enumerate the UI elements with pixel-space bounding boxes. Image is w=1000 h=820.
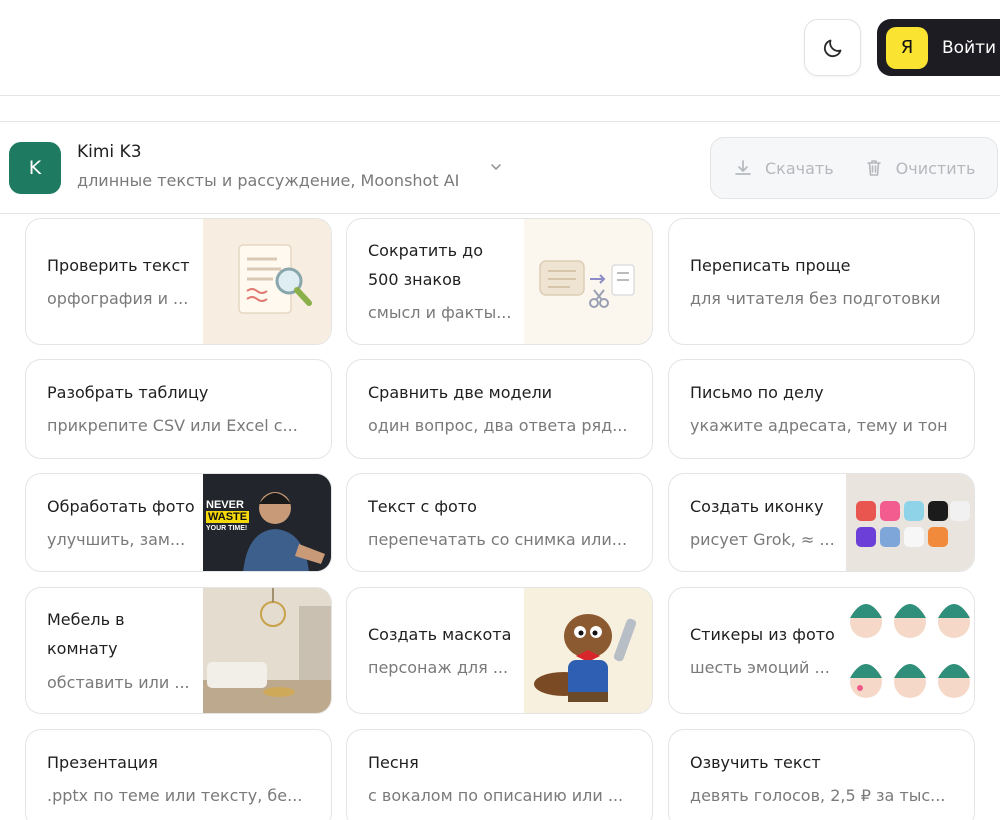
prompt-card-check-text[interactable]: Проверить текст орфография и ... xyxy=(25,218,332,345)
card-subtitle: обставить или ... xyxy=(47,673,190,692)
prompt-card-furniture[interactable]: Мебель в комнату обставить или ... xyxy=(25,587,332,714)
card-thumbnail xyxy=(846,588,974,713)
card-title: Разобрать таблицу xyxy=(47,383,209,402)
prompt-card-voiceover[interactable]: Озвучить текст девять голосов, 2,5 ₽ за … xyxy=(668,729,975,820)
room-interior-icon xyxy=(203,588,331,713)
card-title: Презентация xyxy=(47,753,158,772)
trash-icon xyxy=(866,160,881,176)
prompt-card-mascot[interactable]: Создать маскота персонаж для ... xyxy=(346,587,653,714)
card-title: Обработать фото xyxy=(47,497,195,516)
card-subtitle: персонаж для ... xyxy=(368,658,509,677)
card-title: Создать маскота xyxy=(368,625,512,644)
card-title: Текст с фото xyxy=(368,497,477,516)
scroll-scissors-icon xyxy=(539,260,635,308)
login-button[interactable]: Я Войти xyxy=(877,19,1000,76)
prompt-card-presentation[interactable]: Презентация .pptx по теме или тексту, бе… xyxy=(25,729,332,820)
download-button[interactable]: Скачать xyxy=(733,158,834,178)
card-subtitle: рисует Grok, ≈ ... xyxy=(690,530,835,549)
login-label: Войти xyxy=(942,37,997,58)
card-subtitle: прикрепите CSV или Excel с... xyxy=(47,416,298,435)
clear-button[interactable]: Очистить xyxy=(864,158,976,178)
top-bar: Я Войти xyxy=(0,0,1000,96)
model-bar: K Kimi K3 длинные тексты и рассуждение, … xyxy=(0,121,1000,214)
card-subtitle: перепечатать со снимка или... xyxy=(368,530,628,549)
card-title: Переписать проще xyxy=(690,256,851,275)
app-icons-grid-icon xyxy=(856,501,970,547)
card-title: Письмо по делу xyxy=(690,383,824,402)
prompt-card-rewrite-simpler[interactable]: Переписать проще для читателя без подгот… xyxy=(668,218,975,345)
card-title: Создать иконку xyxy=(690,497,824,516)
prompt-card-shorten[interactable]: Сократить до 500 знаков смысл и факты... xyxy=(346,218,653,345)
card-thumbnail: NEVER WASTE YOUR TIME! xyxy=(203,474,331,571)
prompt-card-create-icon[interactable]: Создать иконку рисует Grok, ≈ ... xyxy=(668,473,975,572)
card-subtitle: с вокалом по описанию или ... xyxy=(368,786,624,805)
card-subtitle: шесть эмоций ... xyxy=(690,658,830,677)
card-subtitle: улучшить, зам... xyxy=(47,530,186,549)
card-title: Песня xyxy=(368,753,419,772)
prompt-card-business-letter[interactable]: Письмо по делу укажите адресата, тему и … xyxy=(668,359,975,459)
beaver-mascot-icon xyxy=(534,614,637,702)
document-magnifier-icon xyxy=(238,244,312,314)
card-subtitle: .pptx по теме или тексту, бе... xyxy=(47,786,303,805)
card-title: Стикеры из фото xyxy=(690,625,835,644)
card-subtitle: один вопрос, два ответа ряд... xyxy=(368,416,628,435)
chat-actions: Скачать Очистить xyxy=(710,137,998,199)
prompt-card-edit-photo[interactable]: Обработать фото улучшить, зам... NEVER W… xyxy=(25,473,332,572)
model-name[interactable]: Kimi K3 xyxy=(77,142,142,162)
chevron-down-icon[interactable] xyxy=(489,160,503,174)
card-subtitle: девять голосов, 2,5 ₽ за тыс... xyxy=(690,786,946,805)
card-subtitle: орфография и ... xyxy=(47,289,189,308)
card-thumbnail xyxy=(524,219,652,344)
card-title: Сравнить две модели xyxy=(368,383,553,402)
card-title: Мебель в комнату xyxy=(47,610,125,658)
card-subtitle: укажите адресата, тему и тон xyxy=(690,416,948,435)
card-title: Сократить до 500 знаков xyxy=(368,241,483,289)
prompt-card-compare-models[interactable]: Сравнить две модели один вопрос, два отв… xyxy=(346,359,653,459)
card-thumbnail xyxy=(203,588,331,713)
prompt-card-text-from-photo[interactable]: Текст с фото перепечатать со снимка или.… xyxy=(346,473,653,572)
prompt-card-stickers[interactable]: Стикеры из фото шесть эмоций ... xyxy=(668,587,975,714)
download-icon xyxy=(735,160,751,175)
yandex-logo: Я xyxy=(886,26,928,69)
card-subtitle: смысл и факты... xyxy=(368,303,512,322)
download-label: Скачать xyxy=(765,158,834,178)
model-description[interactable]: длинные тексты и рассуждение, Moonshot A… xyxy=(77,171,459,190)
card-thumbnail xyxy=(524,588,652,713)
card-title: Озвучить текст xyxy=(690,753,821,772)
card-title: Проверить текст xyxy=(47,256,190,275)
theme-toggle-button[interactable] xyxy=(804,19,861,76)
card-thumbnail xyxy=(846,474,974,571)
prompt-card-parse-table[interactable]: Разобрать таблицу прикрепите CSV или Exc… xyxy=(25,359,332,459)
moon-icon xyxy=(823,39,841,57)
thumb-caption: NEVER WASTE YOUR TIME! xyxy=(206,499,250,532)
anime-stickers-icon xyxy=(850,604,970,698)
prompt-card-song[interactable]: Песня с вокалом по описанию или ... xyxy=(346,729,653,820)
model-avatar: K xyxy=(9,142,61,194)
card-subtitle: для читателя без подготовки xyxy=(690,289,941,308)
card-thumbnail xyxy=(203,219,331,344)
clear-label: Очистить xyxy=(895,158,976,178)
